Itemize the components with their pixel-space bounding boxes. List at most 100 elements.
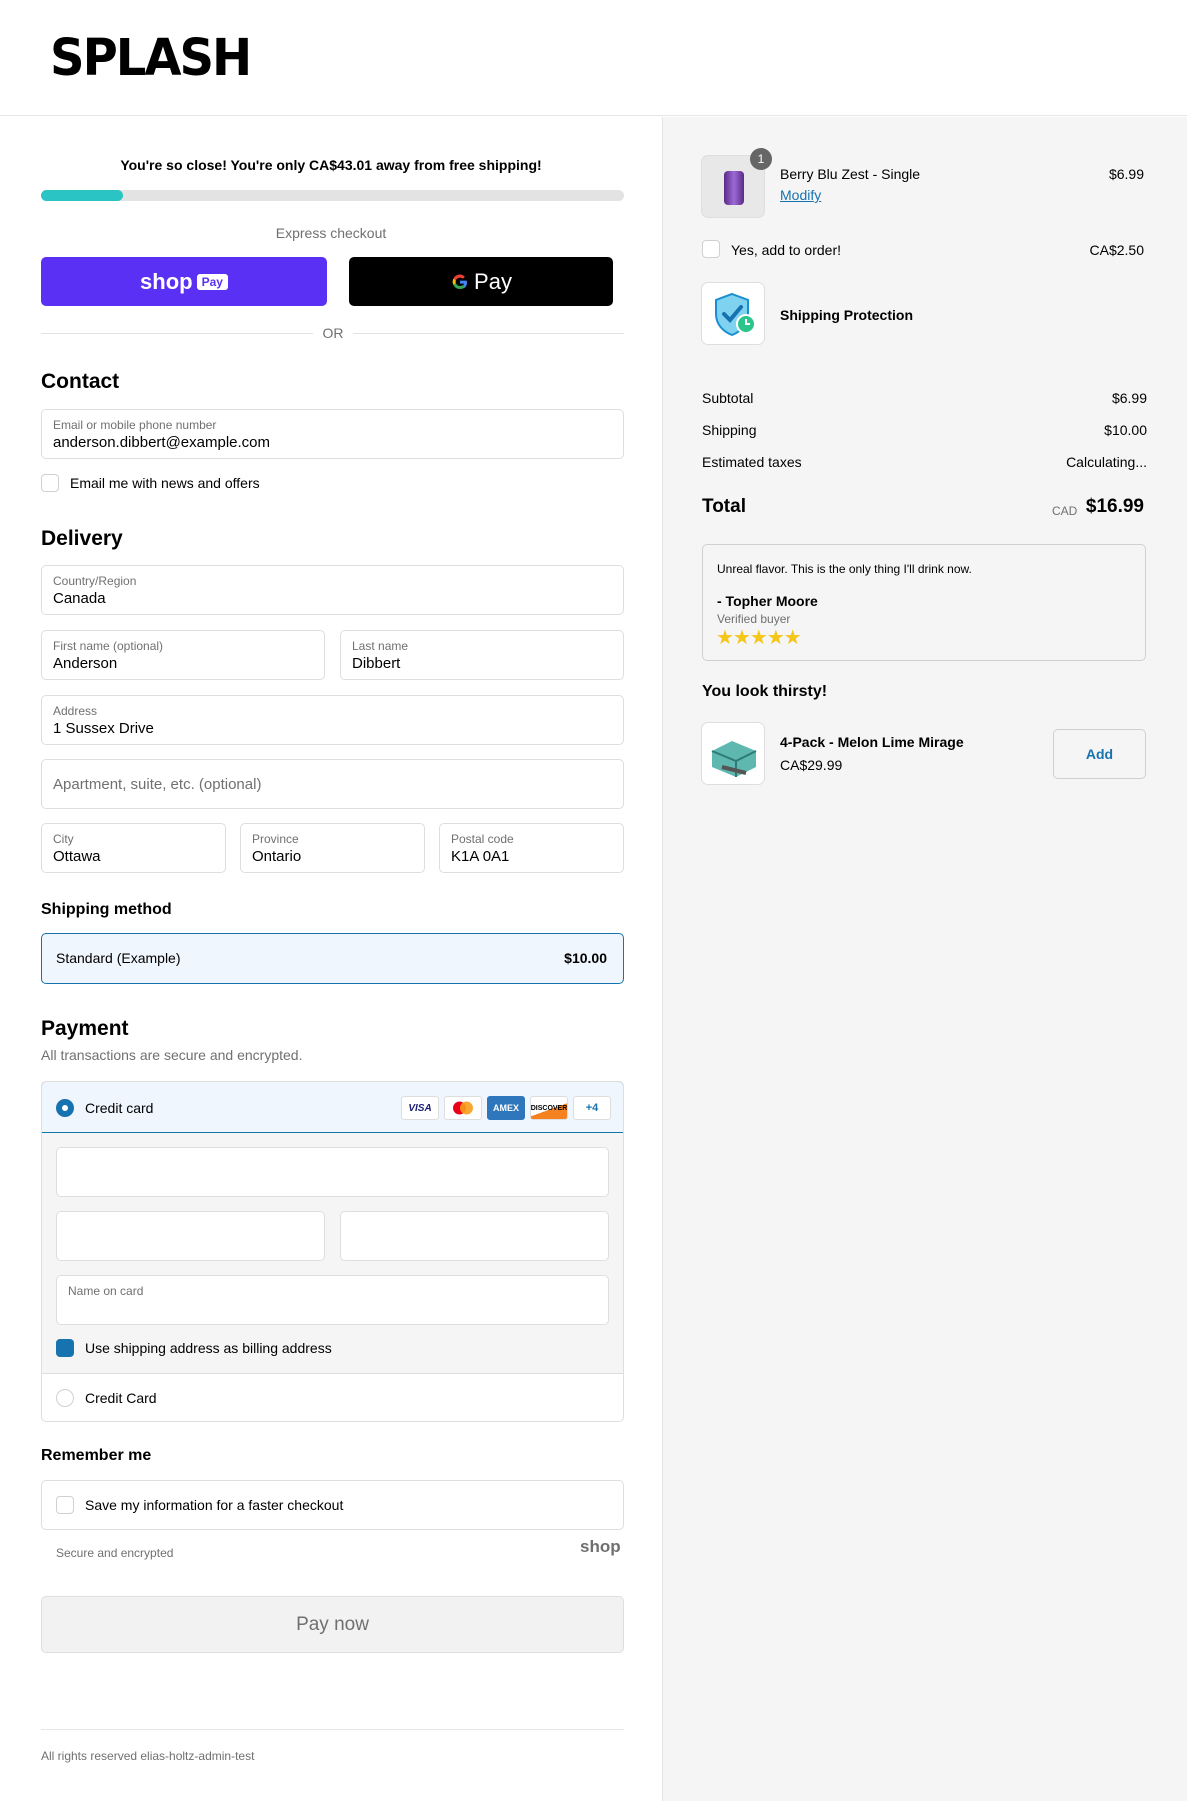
province-label: Province — [252, 832, 299, 846]
pay-now-button[interactable]: Pay now — [41, 1596, 624, 1653]
quantity-badge: 1 — [750, 148, 772, 170]
billing-checkbox[interactable] — [56, 1339, 74, 1357]
modify-link[interactable]: Modify — [780, 187, 821, 203]
email-value: anderson.dibbert@example.com — [53, 434, 271, 451]
upsell-add-button[interactable]: Add — [1053, 729, 1146, 779]
subtotal-label: Subtotal — [702, 390, 754, 406]
city-field[interactable]: City Ottawa — [41, 823, 226, 873]
payment-methods: Credit card VISA AMEX DISCOVER +4 Name o… — [41, 1081, 624, 1422]
email-label: Email or mobile phone number — [53, 418, 217, 432]
free-shipping-message: You're so close! You're only CA$43.01 aw… — [120, 157, 542, 173]
total-label: Total — [702, 496, 746, 517]
review-author: - Topher Moore — [717, 593, 818, 609]
footer-text: All rights reserved elias-holtz-admin-te… — [41, 1749, 255, 1763]
alt-credit-card-label: Credit Card — [85, 1390, 157, 1406]
billing-label: Use shipping address as billing address — [85, 1340, 332, 1356]
country-label: Country/Region — [53, 574, 137, 588]
postal-code-field[interactable]: Postal code K1A 0A1 — [439, 823, 624, 873]
mastercard-icon — [444, 1096, 482, 1120]
star-icon: ★ — [749, 627, 768, 649]
last-name-label: Last name — [352, 639, 409, 653]
name-on-card-field[interactable]: Name on card — [56, 1275, 609, 1325]
city-value: Ottawa — [53, 848, 101, 865]
add-on-checkbox[interactable] — [702, 240, 720, 258]
brand-logo[interactable]: SPLASH — [50, 29, 252, 88]
alt-credit-card-radio[interactable] — [56, 1389, 74, 1407]
star-icon: ★ — [716, 627, 734, 649]
star-icon: ★ — [766, 627, 785, 649]
or-divider: OR — [322, 325, 344, 341]
star-icon: ★ — [783, 627, 802, 649]
divider — [42, 1373, 623, 1374]
shipping-option-standard[interactable]: Standard (Example) $10.00 — [41, 933, 624, 984]
more-cards-badge: +4 — [573, 1096, 611, 1120]
first-name-field[interactable]: First name (optional) Anderson — [41, 630, 325, 680]
verified-buyer: Verified buyer — [717, 612, 791, 626]
shipping-option-name: Standard (Example) — [56, 950, 181, 966]
delivery-heading: Delivery — [41, 527, 123, 550]
product-price: $6.99 — [1108, 166, 1144, 182]
expiry-field[interactable] — [56, 1211, 325, 1261]
upsell-heading: You look thirsty! — [702, 683, 828, 700]
remember-me-heading: Remember me — [41, 1447, 152, 1464]
apartment-placeholder: Apartment, suite, etc. (optional) — [53, 776, 262, 793]
payment-subtitle: All transactions are secure and encrypte… — [41, 1047, 303, 1063]
can-image — [724, 171, 744, 205]
shield-thumbnail — [701, 282, 765, 345]
taxes-value: Calculating... — [1066, 454, 1147, 470]
review-card: Unreal flavor. This is the only thing I'… — [702, 544, 1146, 661]
subtotal-value: $6.99 — [1111, 390, 1147, 406]
remember-me-box: Save my information for a faster checkou… — [41, 1480, 624, 1530]
news-label: Email me with news and offers — [70, 475, 260, 491]
total-value: $16.99 — [1085, 496, 1144, 517]
news-checkbox[interactable] — [41, 474, 59, 492]
credit-card-radio[interactable] — [56, 1099, 74, 1117]
shipping-option-price: $10.00 — [564, 950, 607, 966]
shipping-label: Shipping — [702, 422, 757, 438]
checkout-form: You're so close! You're only CA$43.01 aw… — [0, 117, 662, 1801]
divider — [41, 333, 313, 334]
province-value: Ontario — [252, 848, 302, 865]
shop-pay-button[interactable]: shop Pay — [41, 257, 327, 306]
address-value: 1 Sussex Drive — [53, 720, 154, 737]
add-on-price: CA$2.50 — [1089, 242, 1144, 258]
security-code-field[interactable] — [340, 1211, 609, 1261]
divider — [41, 1729, 624, 1730]
card-form: Name on card Use shipping address as bil… — [42, 1133, 623, 1373]
shop-pay-logo: shop — [140, 268, 193, 294]
review-quote: Unreal flavor. This is the only thing I'… — [717, 562, 972, 576]
credit-card-option[interactable]: Credit card VISA AMEX DISCOVER +4 — [42, 1082, 623, 1133]
country-select[interactable]: Country/Region Canada — [41, 565, 624, 615]
shipping-value: $10.00 — [1104, 422, 1147, 438]
province-select[interactable]: Province Ontario — [240, 823, 425, 873]
country-value: Canada — [53, 590, 106, 607]
discover-icon: DISCOVER — [530, 1096, 568, 1120]
total-currency: CAD — [1052, 504, 1078, 518]
header: SPLASH — [0, 0, 1187, 116]
upsell-product-price: CA$29.99 — [780, 757, 843, 773]
first-name-label: First name (optional) — [53, 639, 164, 653]
save-info-label: Save my information for a faster checkou… — [85, 1497, 344, 1513]
shipping-method-heading: Shipping method — [41, 901, 172, 918]
first-name-value: Anderson — [53, 655, 118, 672]
product-name: Berry Blu Zest - Single — [780, 166, 921, 182]
last-name-value: Dibbert — [352, 655, 401, 672]
last-name-field[interactable]: Last name Dibbert — [340, 630, 624, 680]
card-number-field[interactable] — [56, 1147, 609, 1197]
google-pay-button[interactable]: Pay — [349, 257, 613, 306]
google-pay-label: Pay — [474, 268, 512, 294]
upsell-thumbnail — [701, 722, 765, 785]
amex-icon: AMEX — [487, 1096, 525, 1120]
name-on-card-label: Name on card — [68, 1284, 144, 1298]
google-g-icon — [452, 273, 468, 289]
save-info-checkbox[interactable] — [56, 1496, 74, 1514]
credit-card-label: Credit card — [85, 1100, 154, 1116]
apartment-field[interactable]: Apartment, suite, etc. (optional) — [41, 759, 624, 809]
secure-text: Secure and encrypted — [56, 1546, 174, 1560]
address-field[interactable]: Address 1 Sussex Drive — [41, 695, 624, 745]
rating-stars: ★★★★★ — [716, 625, 802, 650]
email-field[interactable]: Email or mobile phone number anderson.di… — [41, 409, 624, 459]
taxes-label: Estimated taxes — [702, 454, 802, 470]
upsell-product-name: 4-Pack - Melon Lime Mirage — [780, 734, 964, 750]
add-on-label: Yes, add to order! — [731, 242, 842, 258]
